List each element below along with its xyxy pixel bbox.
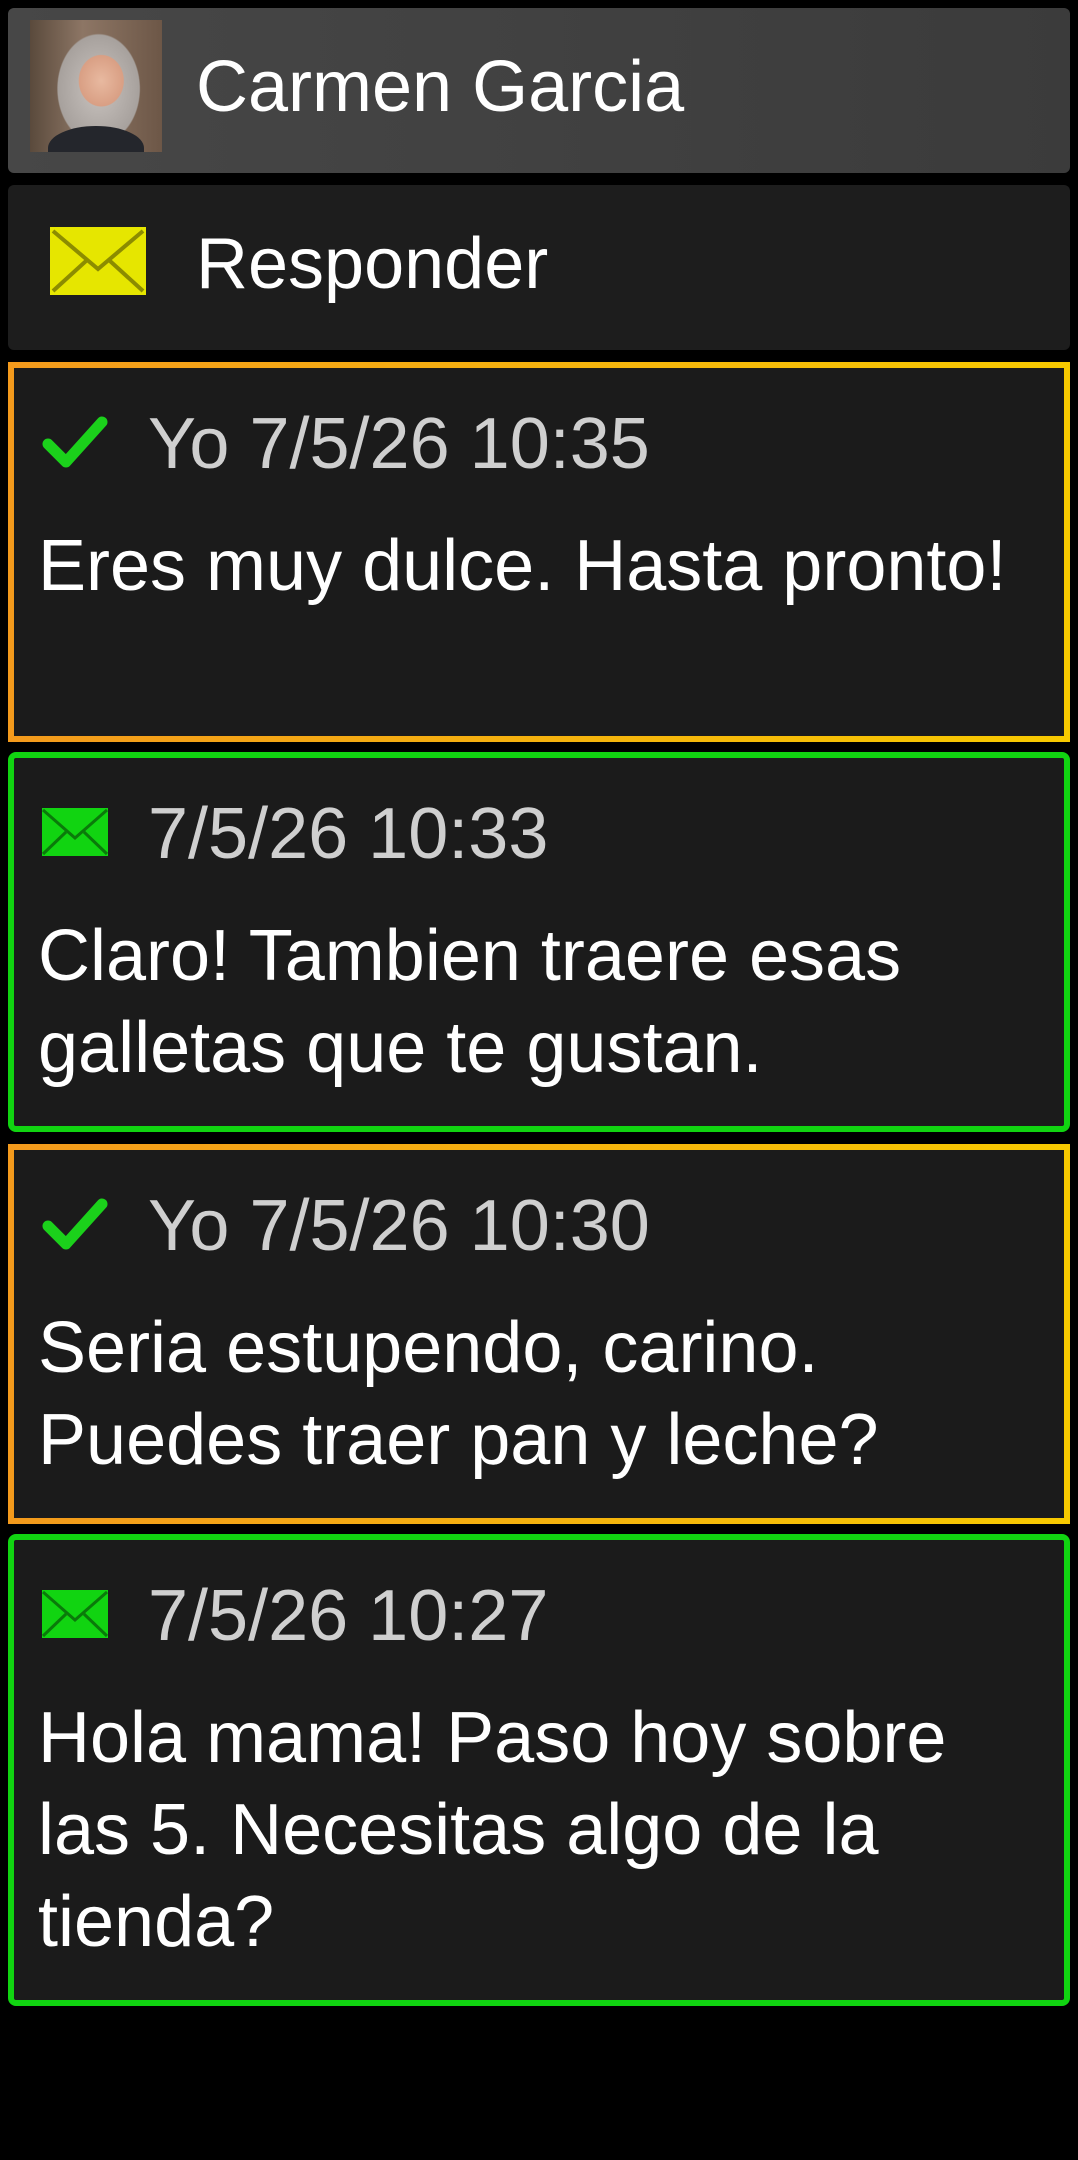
message-card-sent[interactable]: Yo 7/5/26 10:30 Seria estupendo, carino.… [8, 1144, 1070, 1524]
message-header: Yo 7/5/26 10:35 [14, 404, 1064, 484]
reply-button[interactable]: Responder [8, 185, 1070, 350]
message-header: Yo 7/5/26 10:30 [14, 1186, 1064, 1266]
message-text: Eres muy dulce. Hasta pronto! [38, 526, 1007, 606]
reply-label: Responder [196, 224, 549, 304]
message-header: 7/5/26 10:27 [14, 1576, 1064, 1656]
avatar-shoulders [48, 126, 144, 152]
contact-name: Carmen Garcia [196, 47, 685, 127]
message-meta: 7/5/26 10:27 [148, 1576, 549, 1656]
envelope-icon [50, 227, 146, 295]
message-text: Hola mama! Paso hoy sobre las 5. Necesit… [38, 1698, 947, 1962]
message-header: 7/5/26 10:33 [14, 794, 1064, 874]
envelope-icon [41, 808, 109, 856]
message-meta: Yo 7/5/26 10:30 [148, 1186, 650, 1266]
message-card-received[interactable]: 7/5/26 10:33 Claro! Tambien traere esas … [8, 752, 1070, 1132]
check-icon [42, 416, 108, 468]
message-meta: Yo 7/5/26 10:35 [148, 404, 650, 484]
contact-avatar[interactable] [30, 20, 162, 152]
contact-header[interactable]: Carmen Garcia [8, 8, 1070, 173]
message-text: Seria estupendo, carino. Puedes traer pa… [38, 1308, 879, 1480]
check-icon [42, 1198, 108, 1250]
message-meta: 7/5/26 10:33 [148, 794, 549, 874]
message-card-sent[interactable]: Yo 7/5/26 10:35 Eres muy dulce. Hasta pr… [8, 362, 1070, 742]
envelope-icon [41, 1590, 109, 1638]
message-card-received[interactable]: 7/5/26 10:27 Hola mama! Paso hoy sobre l… [8, 1534, 1070, 2006]
message-text: Claro! Tambien traere esas galletas que … [38, 916, 902, 1088]
